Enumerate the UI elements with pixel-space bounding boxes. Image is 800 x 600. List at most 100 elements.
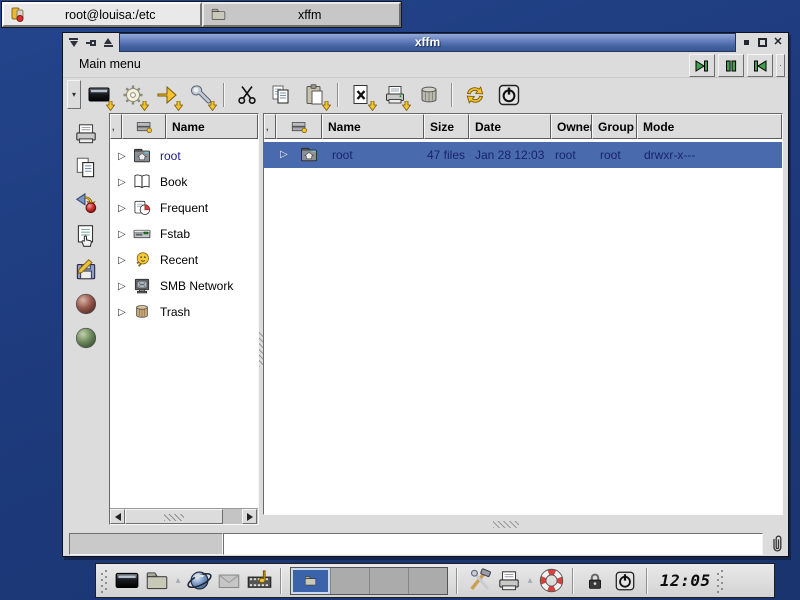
side-print-button[interactable] <box>71 121 101 147</box>
tree-header: , Name <box>110 114 258 139</box>
command-entry[interactable] <box>223 533 763 555</box>
scripts-button[interactable] <box>347 80 375 110</box>
quit-button[interactable] <box>495 80 523 110</box>
tree-row-fstab[interactable]: ▷ Fstab <box>110 221 258 247</box>
panel-settings-button[interactable] <box>464 566 494 596</box>
cut-button[interactable] <box>233 80 261 110</box>
panel-browser-button[interactable] <box>184 566 214 596</box>
expander-icon[interactable]: ▷ <box>280 142 288 168</box>
tools-button[interactable] <box>187 80 215 110</box>
task-list: root@louisa:/etc xffm <box>1 1 402 28</box>
panel-quit-button[interactable] <box>610 566 640 596</box>
panel-files-button[interactable] <box>142 566 172 596</box>
panel-terminal-button[interactable] <box>112 566 142 596</box>
window-shade-icon[interactable] <box>101 35 116 50</box>
panel-separator <box>646 568 648 594</box>
side-toolbar <box>67 117 105 351</box>
tree-label: Trash <box>160 305 190 319</box>
panel-splitter-horizontal[interactable] <box>263 517 783 532</box>
tree-row-book[interactable]: ▷ Book <box>110 169 258 195</box>
side-duplicate-button[interactable] <box>71 155 101 181</box>
side-select-button[interactable] <box>71 223 101 249</box>
toolbar-separator <box>223 83 225 107</box>
terminal-icon <box>114 568 140 594</box>
scrollbar-thumb[interactable] <box>125 509 223 524</box>
iconify-icon[interactable] <box>739 35 754 50</box>
go-back-button[interactable] <box>747 54 773 77</box>
side-red-sphere-button[interactable] <box>71 291 101 317</box>
side-save-button[interactable] <box>71 257 101 283</box>
scroll-left-button[interactable] <box>110 509 125 524</box>
tree-row-root[interactable]: ▷ root <box>110 143 258 169</box>
expander-icon[interactable]: ▷ <box>118 151 131 162</box>
popup-arrow-icon[interactable]: ▴ <box>172 575 184 586</box>
tree-row-trash[interactable]: ▷ Trash <box>110 299 258 325</box>
trash-can-icon <box>131 302 153 322</box>
paste-button[interactable] <box>301 80 329 110</box>
workspace-4[interactable] <box>408 568 447 594</box>
expander-icon[interactable]: ▷ <box>118 203 131 214</box>
go-forward-button[interactable] <box>689 54 715 77</box>
column-header-owner[interactable]: Owner <box>551 114 592 139</box>
goto-button[interactable] <box>153 80 181 110</box>
workspace-2[interactable] <box>330 568 369 594</box>
expander-icon[interactable]: ▷ <box>118 255 131 266</box>
tree-sort-corner[interactable]: , <box>110 114 122 139</box>
settings-button[interactable] <box>119 80 147 110</box>
panel-mail-button[interactable] <box>214 566 244 596</box>
tree-name-header[interactable]: Name <box>166 114 258 139</box>
column-header-name[interactable]: Name <box>322 114 424 139</box>
column-header-size[interactable]: Size <box>424 114 469 139</box>
side-green-sphere-button[interactable] <box>71 325 101 351</box>
window-menu-icon[interactable] <box>66 35 81 50</box>
reload-button[interactable] <box>461 80 489 110</box>
file-row-root-selected[interactable]: ▷ root 47 files Jan 28 12:03 root root d… <box>264 142 782 168</box>
refresh-icon <box>463 83 487 107</box>
home-folder-icon <box>131 146 153 166</box>
scrollbar-track[interactable] <box>223 509 242 524</box>
list-body: ▷ root 47 files Jan 28 12:03 root root d… <box>264 139 782 514</box>
column-header-mode[interactable]: Mode <box>637 114 782 139</box>
expander-icon[interactable]: ▷ <box>118 307 131 318</box>
panel-print-button[interactable] <box>494 566 524 596</box>
panel-lock-button[interactable] <box>580 566 610 596</box>
task-button-terminal[interactable]: root@louisa:/etc <box>2 2 202 27</box>
list-sort-corner[interactable]: , <box>264 114 276 139</box>
new-terminal-button[interactable] <box>85 80 113 110</box>
tree-row-smb-network[interactable]: ▷ SMB Network <box>110 273 258 299</box>
close-icon[interactable]: ✕ <box>771 35 786 50</box>
tree-icon-header[interactable] <box>122 114 166 139</box>
task-button-xffm[interactable]: xffm <box>202 2 402 27</box>
workspace-1-active[interactable] <box>291 568 330 594</box>
splitter-grip[interactable] <box>493 521 519 528</box>
paperclip-icon <box>770 534 785 554</box>
scroll-right-button[interactable] <box>242 509 257 524</box>
main-menu-item[interactable]: Main menu <box>79 57 141 71</box>
side-revert-button[interactable] <box>71 189 101 215</box>
drop-down-arrow-icon <box>368 101 377 111</box>
skip-back-icon <box>752 59 768 73</box>
workspace-3[interactable] <box>369 568 408 594</box>
expander-icon[interactable]: ▷ <box>118 281 131 292</box>
pause-button[interactable] <box>718 54 744 77</box>
expander-icon[interactable]: ▷ <box>118 229 131 240</box>
trash-button[interactable] <box>415 80 443 110</box>
list-icon-header[interactable] <box>276 114 322 139</box>
popup-arrow-icon[interactable]: ▴ <box>524 575 536 586</box>
nav-more-button[interactable]: · <box>776 54 785 77</box>
toolbar-collapse-button[interactable]: ▾ <box>67 80 81 109</box>
tree-row-frequent[interactable]: ▷ Frequent <box>110 195 258 221</box>
expander-icon[interactable]: ▷ <box>118 177 131 188</box>
attach-button[interactable] <box>766 532 788 556</box>
column-header-date[interactable]: Date <box>469 114 551 139</box>
copy-button[interactable] <box>267 80 295 110</box>
tree-row-recent[interactable]: ▷ Recent <box>110 247 258 273</box>
print-button[interactable] <box>381 80 409 110</box>
column-header-group[interactable]: Group <box>592 114 637 139</box>
panel-handle-right[interactable] <box>717 569 723 593</box>
maximize-icon[interactable] <box>755 35 770 50</box>
window-stick-icon[interactable] <box>83 35 98 50</box>
panel-multimedia-button[interactable] <box>244 566 274 596</box>
panel-handle-left[interactable] <box>101 569 107 593</box>
panel-help-button[interactable] <box>536 566 566 596</box>
